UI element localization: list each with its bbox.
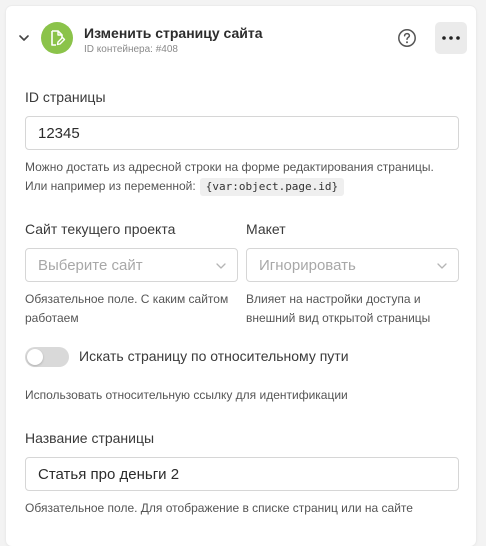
container-card: Изменить страницу сайта ID контейнера: #… [6,6,476,546]
relative-path-hint: Использовать относительную ссылку для ид… [25,388,348,402]
toggle-knob [27,349,43,365]
more-options-button[interactable] [435,22,467,54]
page-id-hint-text: Или например из переменной: [25,179,196,193]
site-select[interactable]: Выберите сайт [25,248,238,282]
page-id-label: ID страницы [25,89,106,105]
site-select-placeholder: Выберите сайт [38,256,143,274]
chevron-down-icon [437,263,447,269]
layout-select[interactable]: Игнорировать [246,248,459,282]
layout-label: Макет [246,221,286,237]
layout-select-placeholder: Игнорировать [259,256,356,274]
layout-hint: Влияет на настройки доступа и внешний ви… [246,292,431,325]
page-name-hint: Обязательное поле. Для отображение в спи… [25,501,413,515]
card-header: Изменить страницу сайта ID контейнера: #… [6,6,476,70]
container-id: ID контейнера: #408 [84,44,178,55]
site-label: Сайт текущего проекта [25,221,176,237]
page-edit-icon [41,22,73,54]
page-id-variable-code: {var:object.page.id} [199,178,345,196]
site-hint: Обязательное поле. С каким сайтом работа… [25,292,229,325]
page-id-hint-line1: Можно достать из адресной строки на форм… [25,160,434,174]
page-id-input[interactable]: 12345 [25,116,459,150]
card-title: Изменить страницу сайта [84,25,263,41]
chevron-down-icon[interactable] [16,30,32,46]
chevron-down-icon [216,263,226,269]
relative-path-toggle[interactable] [25,347,69,367]
page-id-hint-line2: Или например из переменной: {var:object.p… [25,177,465,196]
relative-path-label[interactable]: Искать страницу по относительному пути [79,348,349,364]
page-name-label: Название страницы [25,430,155,446]
page-name-input[interactable]: Статья про деньги 2 [25,457,459,491]
help-circle-icon[interactable] [397,28,417,48]
more-horizontal-icon [442,36,460,40]
page-id-hint: Можно достать из адресной строки на форм… [25,158,465,196]
